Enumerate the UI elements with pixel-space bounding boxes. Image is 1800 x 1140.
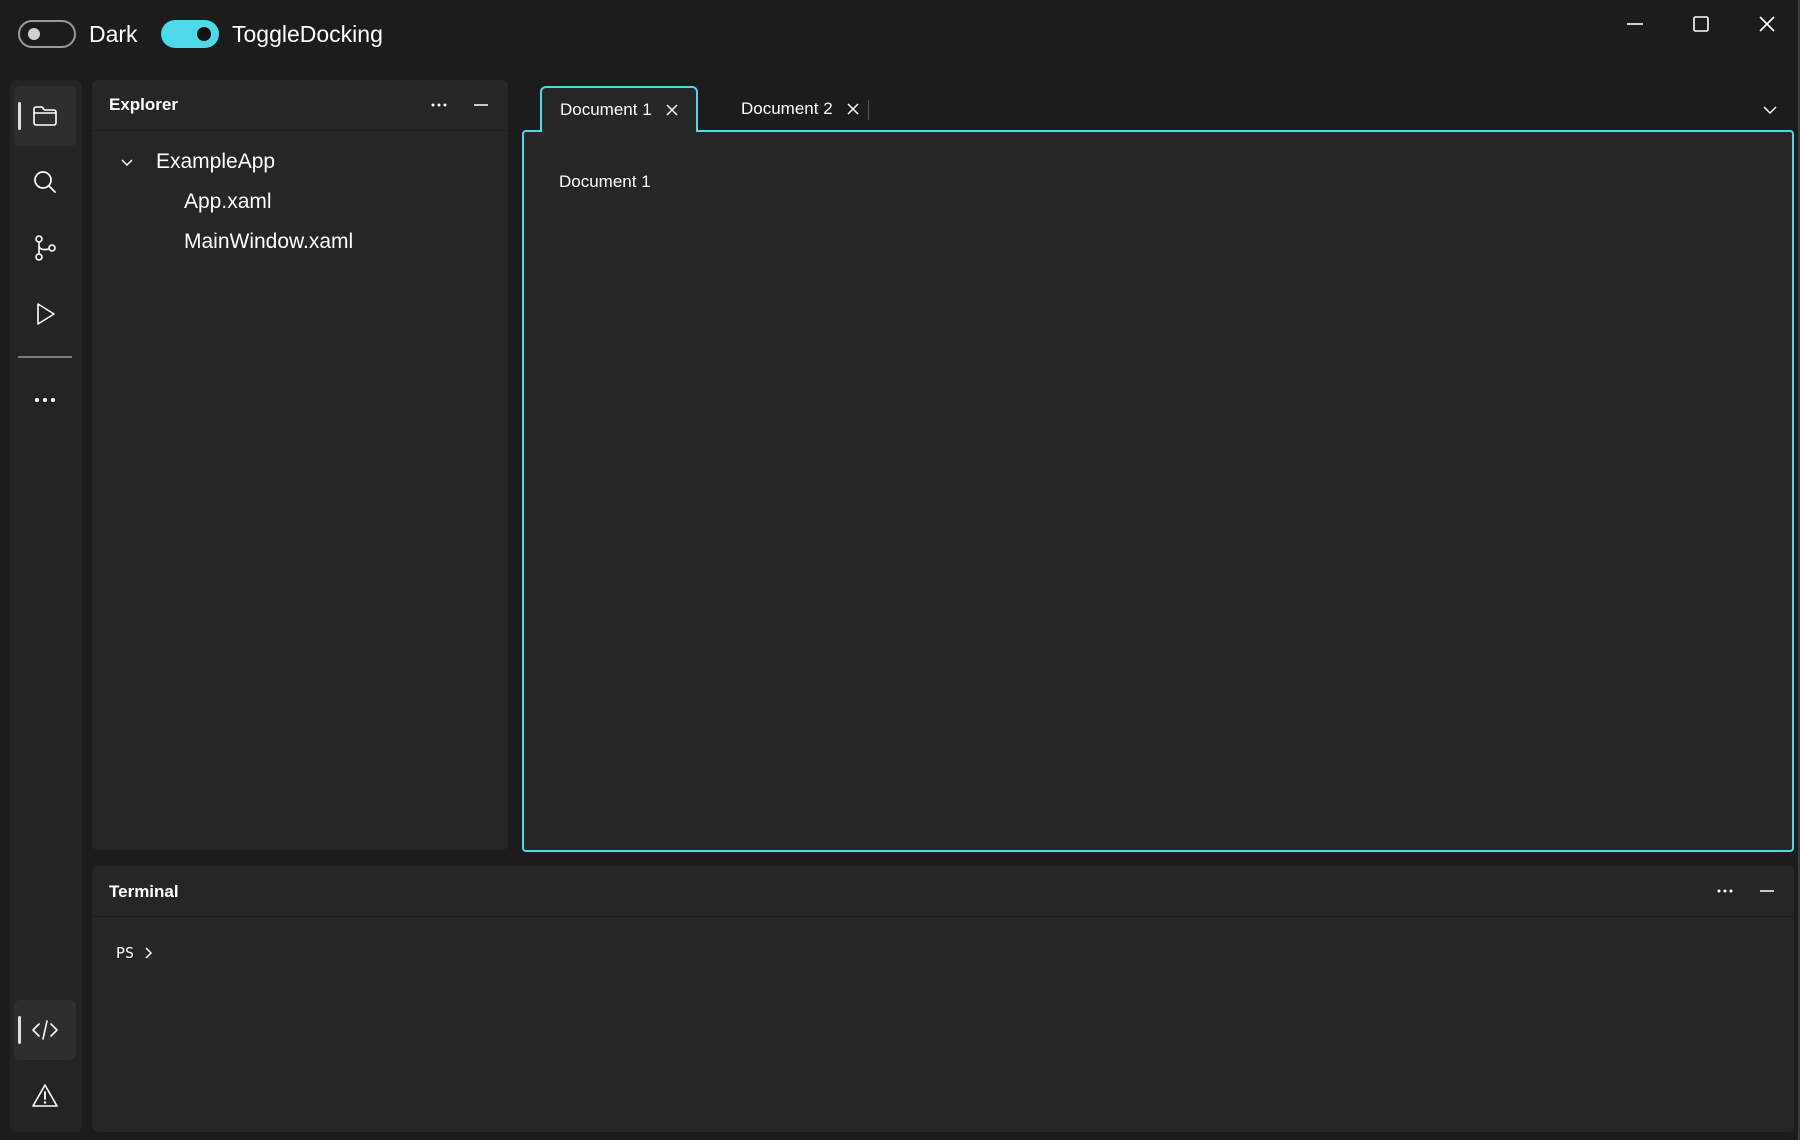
terminal-panel: Terminal PS: [92, 866, 1794, 1132]
activity-search-button[interactable]: [14, 152, 76, 212]
explorer-header: Explorer: [92, 80, 508, 131]
terminal-more-button[interactable]: [1712, 878, 1738, 904]
activity-code-button[interactable]: [14, 1000, 76, 1060]
close-icon: [1759, 16, 1775, 32]
source-control-icon: [35, 235, 56, 261]
toggle-knob: [197, 27, 211, 41]
maximize-button[interactable]: [1669, 0, 1733, 48]
chevron-right-icon: [145, 947, 153, 959]
terminal-prompt[interactable]: PS: [116, 944, 154, 962]
theme-toggle-switch[interactable]: [18, 20, 76, 48]
tab-document-1[interactable]: Document 1: [540, 86, 698, 132]
close-window-button[interactable]: [1735, 0, 1799, 48]
selection-indicator: [18, 1016, 21, 1044]
toggle-knob: [28, 28, 40, 40]
folder-icon: [33, 106, 57, 126]
document-text: Document 1: [559, 172, 651, 191]
chevron-down-icon: [1763, 106, 1777, 115]
chevron-down-icon[interactable]: [120, 158, 134, 168]
tab-separator: [868, 100, 869, 120]
more-icon: [1717, 889, 1733, 893]
maximize-icon: [1693, 16, 1709, 32]
explorer-minimize-button[interactable]: [468, 92, 494, 118]
title-bar: Dark ToggleDocking: [0, 0, 1800, 72]
explorer-panel: Explorer ExampleApp App.xaml MainWindow.…: [92, 80, 508, 850]
run-icon: [37, 303, 55, 325]
minimize-button[interactable]: [1603, 0, 1667, 48]
explorer-title: Explorer: [109, 95, 178, 114]
theme-toggle-group: Dark: [18, 20, 138, 48]
tab-document-2[interactable]: Document 2: [698, 86, 870, 131]
terminal-title: Terminal: [109, 882, 179, 901]
docking-toggle-switch[interactable]: [161, 20, 219, 48]
activity-separator: [18, 356, 72, 358]
tree-item-mainwindow-xaml[interactable]: MainWindow.xaml: [184, 230, 353, 254]
activity-problems-button[interactable]: [14, 1066, 76, 1126]
activity-more-button[interactable]: [14, 370, 76, 430]
code-icon: [32, 1020, 58, 1040]
minimize-icon: [474, 104, 488, 106]
docking-toggle-label: ToggleDocking: [232, 20, 383, 47]
tab-overflow-button[interactable]: [1754, 94, 1786, 126]
activity-source-control-button[interactable]: [14, 218, 76, 278]
more-icon: [431, 103, 447, 107]
activity-run-button[interactable]: [14, 284, 76, 344]
main-window: Dark ToggleDocking Explorer ExampleApp A…: [0, 0, 1800, 1140]
tree-item-app-xaml[interactable]: App.xaml: [184, 190, 272, 214]
close-icon: [847, 102, 859, 115]
minimize-icon: [1627, 23, 1643, 25]
document-content[interactable]: Document 1: [522, 130, 1794, 852]
docking-toggle-group: ToggleDocking: [161, 20, 383, 48]
search-icon: [34, 171, 56, 193]
document-area: Document 1 Document 2 Document 1: [522, 86, 1794, 852]
close-icon: [666, 104, 678, 116]
selection-indicator: [18, 102, 21, 130]
tab-label: Document 2: [741, 98, 833, 118]
activity-bar: [10, 80, 82, 1132]
tree-item-exampleapp[interactable]: ExampleApp: [156, 150, 275, 174]
prompt-text: PS: [116, 944, 135, 962]
tab-label: Document 1: [560, 100, 652, 119]
explorer-more-button[interactable]: [426, 92, 452, 118]
theme-toggle-label: Dark: [89, 20, 138, 47]
minimize-icon: [1760, 890, 1774, 892]
warning-icon: [32, 1084, 58, 1107]
terminal-header: Terminal: [92, 866, 1794, 917]
more-icon: [35, 398, 55, 402]
tab-close-button[interactable]: [846, 102, 860, 116]
terminal-minimize-button[interactable]: [1754, 878, 1780, 904]
tab-close-button[interactable]: [665, 103, 679, 117]
activity-explorer-button[interactable]: [14, 86, 76, 146]
